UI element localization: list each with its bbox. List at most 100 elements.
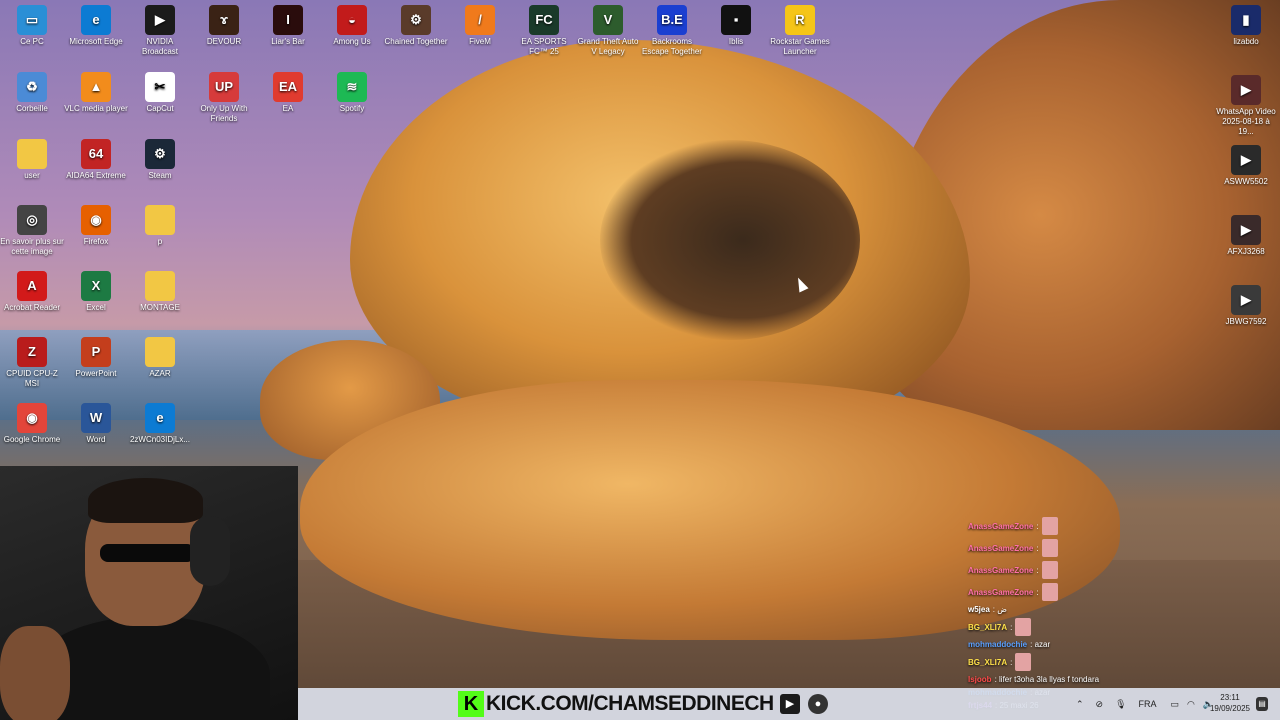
taskbar-clock[interactable]: 23:11 19/09/2025 (1200, 692, 1260, 714)
network-icon[interactable]: ⊘ (1096, 699, 1104, 710)
desktop-icon-label: lizabdo (1233, 37, 1259, 46)
desktop-icon-vlc[interactable]: ▲ VLC media player (64, 72, 128, 114)
chat-text: : (1036, 521, 1039, 531)
wifi-icon[interactable]: ◠ (1187, 699, 1195, 710)
desktop-icon-powerpoint[interactable]: P PowerPoint (64, 337, 128, 379)
desktop-icon-only-up[interactable]: UP Only Up With Friends (192, 72, 256, 124)
desktop-icon-label: En savoir plus sur cette image (0, 237, 64, 256)
desktop-icon-gta[interactable]: V Grand Theft Auto V Legacy (576, 5, 640, 57)
kick-url: KICK.COM/CHAMSEDDINECH (486, 692, 774, 715)
chat-message: AnassGameZone: (968, 559, 1128, 581)
chat-message: BG_XLI7A: (968, 651, 1128, 673)
desktop-icon-backrooms[interactable]: B.E Backrooms Escape Together (640, 5, 704, 57)
chat-text: : azar (1030, 640, 1051, 649)
desktop-icon-folder[interactable]: user (0, 139, 64, 181)
aida64-icon: 64 (81, 139, 111, 169)
webcam-overlay (0, 466, 298, 720)
chat-text: : (1036, 565, 1039, 575)
webcam-headset (190, 516, 230, 586)
chat-message: AnassGameZone: (968, 581, 1128, 603)
folder-icon (145, 205, 175, 235)
desktop-icon-label: PowerPoint (75, 369, 117, 378)
desktop-icon-info-camera[interactable]: ◎ En savoir plus sur cette image (0, 205, 64, 257)
desktop-icon-among-us[interactable]: ◒ Among Us (320, 5, 384, 47)
desktop-icon-label: Backrooms Escape Together (642, 37, 702, 56)
notification-icon[interactable]: ▤ (1256, 697, 1268, 711)
desktop-icon-folder[interactable]: p (128, 205, 192, 247)
desktop-icon-file-thumbnail[interactable]: ▮ lizabdo (1214, 5, 1278, 47)
desktop-icon-folder[interactable]: MONTAGE (128, 271, 192, 313)
desktop-icon-label: EA SPORTS FC™ 25 (521, 37, 567, 56)
desktop-icon-label: Liar's Bar (271, 37, 305, 46)
desktop-icon-label: CapCut (146, 104, 174, 113)
chevron-up-icon[interactable]: ⌃ (1076, 699, 1084, 710)
desktop-icon-devour[interactable]: ɤ DEVOUR (192, 5, 256, 47)
video-thumbnail-icon: ▶ (1231, 215, 1261, 245)
desktop-icon-video-thumbnail[interactable]: ▶ ASWW5502 (1214, 145, 1278, 187)
capcut-icon: ✂ (145, 72, 175, 102)
desktop-icon-label: JBWG7592 (1225, 317, 1267, 326)
desktop-icon-nvidia[interactable]: ▶ NVIDIA Broadcast (128, 5, 192, 57)
devour-icon: ɤ (209, 5, 239, 35)
webcam-sunglasses (100, 544, 195, 562)
desktop-icon-cpuz[interactable]: Z CPUID CPU-Z MSI (0, 337, 64, 389)
desktop-icon-steam[interactable]: ⚙ Steam (128, 139, 192, 181)
chat-username: lsjoob (968, 675, 992, 684)
nvidia-taskbar-icon[interactable]: ▶ (780, 694, 800, 714)
desktop-icon-fivem[interactable]: / FiveM (448, 5, 512, 47)
desktop-icon-iblis[interactable]: ▪ Iblis (704, 5, 768, 47)
desktop-icon-chained-together[interactable]: ⚙ Chained Together (384, 5, 448, 47)
desktop-icon-computer[interactable]: ▭ Ce PC (0, 5, 64, 47)
desktop-icon-video-thumbnail[interactable]: ▶ AFXJ3268 (1214, 215, 1278, 257)
desktop-icon-label: DEVOUR (206, 37, 242, 46)
obs-taskbar-icon[interactable]: ● (808, 694, 828, 714)
desktop-icon-excel[interactable]: X Excel (64, 271, 128, 313)
chat-message: w5jea: ض (968, 603, 1128, 616)
video-thumbnail-icon: ▶ (1231, 145, 1261, 175)
desktop-icon-label: EA (282, 104, 294, 113)
spotify-icon: ≋ (337, 72, 367, 102)
desktop-icon-label: CPUID CPU-Z MSI (6, 369, 58, 388)
display-icon[interactable]: ▭ (1171, 699, 1180, 710)
language-indicator[interactable]: FRA (1139, 699, 1157, 709)
iblis-icon: ▪ (721, 5, 751, 35)
desktop-icon-edge-shortcut[interactable]: e 2zWCn03IDjLx... (128, 403, 192, 445)
desktop-icon-label: Word (86, 435, 106, 444)
gta-icon: V (593, 5, 623, 35)
chat-text: : (1036, 543, 1039, 553)
word-icon: W (81, 403, 111, 433)
desktop-icon-spotify[interactable]: ≋ Spotify (320, 72, 384, 114)
microphone-icon[interactable]: 🎙 (1115, 699, 1126, 710)
desktop-icon-chrome[interactable]: ◉ Google Chrome (0, 403, 64, 445)
desktop-icon-liars-bar[interactable]: I Liar's Bar (256, 5, 320, 47)
excel-icon: X (81, 271, 111, 301)
desktop-icon-edge[interactable]: e Microsoft Edge (64, 5, 128, 47)
desktop-icon-ea-fc[interactable]: FC EA SPORTS FC™ 25 (512, 5, 576, 57)
chat-emote-icon (1015, 618, 1032, 636)
chat-message: mohmaddochie: azar (968, 638, 1128, 651)
desktop-icon-rockstar[interactable]: R Rockstar Games Launcher (768, 5, 832, 57)
desktop-icon-aida64[interactable]: 64 AIDA64 Extreme (64, 139, 128, 181)
desktop-icon-recycle-bin[interactable]: ♻ Corbeille (0, 72, 64, 114)
desktop-icon-label: Steam (148, 171, 172, 180)
desktop-icon-acrobat[interactable]: A Acrobat Reader (0, 271, 64, 313)
desktop-icon-label: AIDA64 Extreme (66, 171, 126, 180)
desktop-icon-video-thumbnail[interactable]: ▶ WhatsApp Video 2025-08-18 à 19... (1214, 75, 1278, 137)
desktop-icon-ea[interactable]: EA EA (256, 72, 320, 114)
desktop-icon-video-thumbnail[interactable]: ▶ JBWG7592 (1214, 285, 1278, 327)
desktop-icon-folder[interactable]: AZAR (128, 337, 192, 379)
stream-chat-overlay: AnassGameZone: AnassGameZone: AnassGameZon… (968, 515, 1128, 712)
kick-logo-icon: K (458, 691, 484, 717)
chat-message: lsjoob: lifer t3oha 3la llyas f tondara (968, 673, 1128, 686)
folder-icon (17, 139, 47, 169)
desktop-icon-word[interactable]: W Word (64, 403, 128, 445)
steam-icon: ⚙ (145, 139, 175, 169)
chat-text: : (1010, 622, 1013, 632)
chrome-icon: ◉ (17, 403, 47, 433)
desktop-icon-label: Iblis (728, 37, 744, 46)
chat-text: : lifer t3oha 3la llyas f tondara (994, 675, 1100, 684)
rockstar-icon: R (785, 5, 815, 35)
edge-icon: e (81, 5, 111, 35)
desktop-icon-capcut[interactable]: ✂ CapCut (128, 72, 192, 114)
desktop-icon-firefox[interactable]: ◉ Firefox (64, 205, 128, 247)
